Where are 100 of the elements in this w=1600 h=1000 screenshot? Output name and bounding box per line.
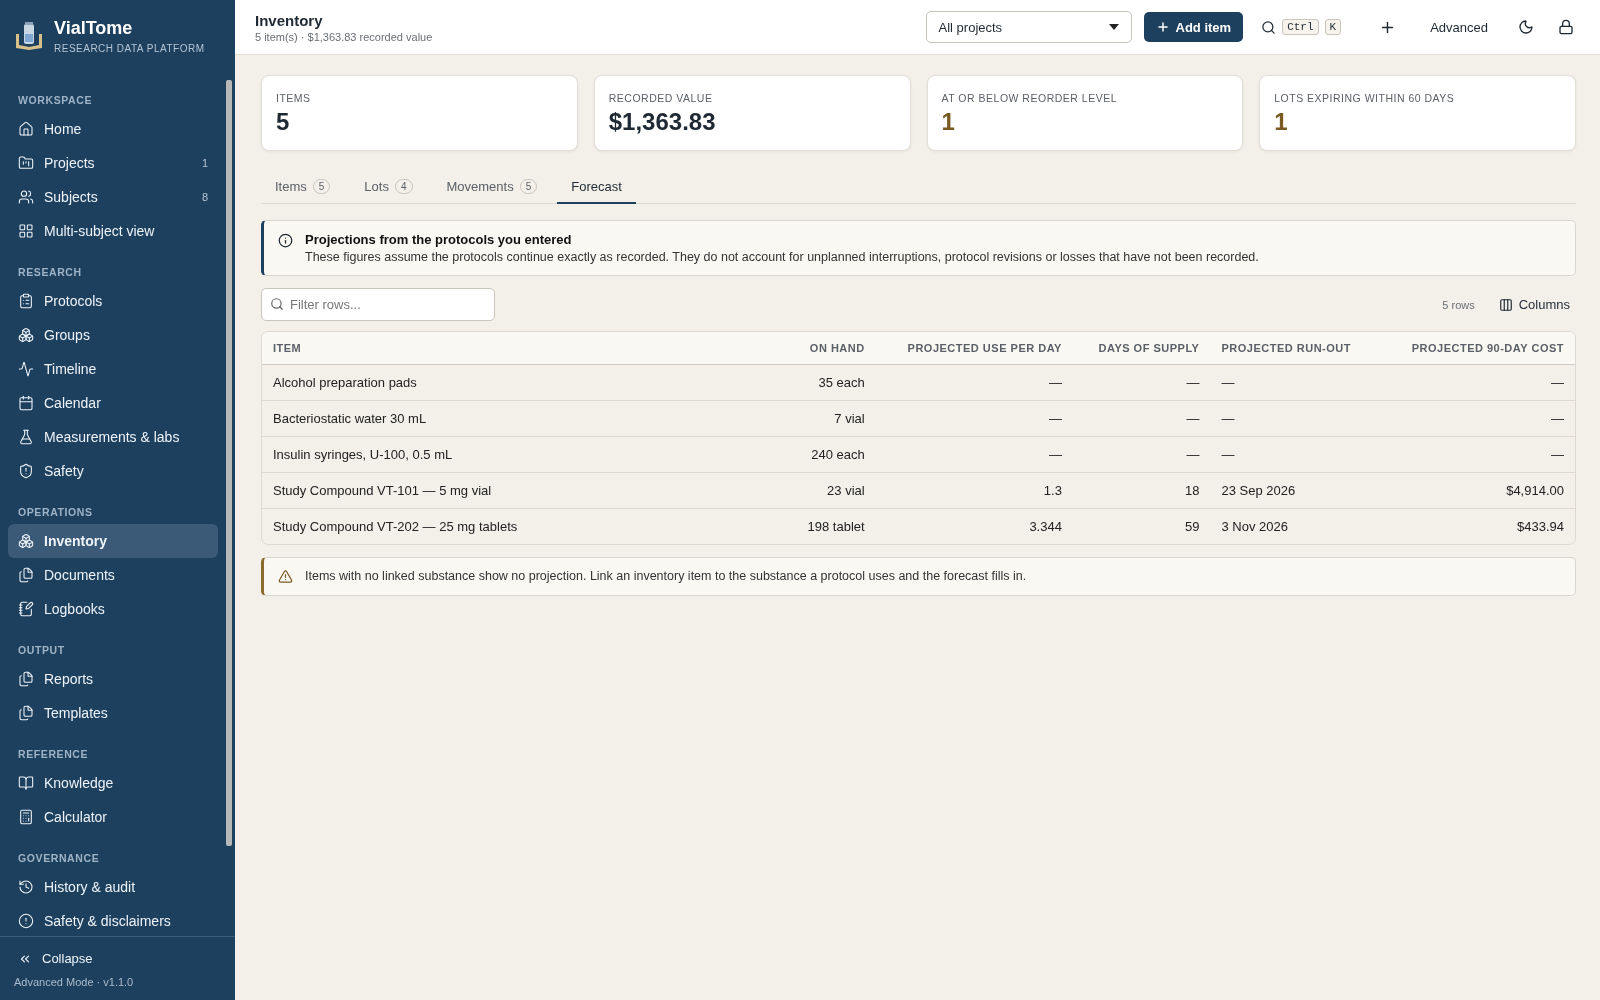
nav-section-title: REFERENCE	[17, 747, 90, 762]
table-cell: —	[875, 436, 1073, 472]
table-cell-text: —	[1550, 374, 1565, 392]
clipboard-icon	[18, 293, 34, 309]
column-header[interactable]: ITEM	[262, 332, 788, 365]
flask-icon	[18, 429, 34, 445]
nav-item-label: Safety	[44, 463, 85, 479]
info-icon	[278, 233, 293, 248]
table-cell: —	[1072, 400, 1211, 436]
nav-item-label: Templates	[44, 705, 109, 721]
nav-item-label: Timeline	[44, 361, 98, 377]
table-cell: —	[1072, 436, 1211, 472]
nav-item-label: Calculator	[44, 809, 109, 825]
column-header[interactable]: PROJECTED RUN-OUT	[1210, 332, 1380, 365]
nav-item-label: Calendar	[44, 395, 102, 411]
alert-icon	[18, 913, 34, 929]
nav-item[interactable]: History & audit	[8, 870, 218, 904]
table-cell-text: —	[1047, 374, 1063, 392]
columns-button[interactable]: Columns	[1492, 293, 1576, 316]
nav-item[interactable]: Groups	[8, 318, 218, 352]
brand-tagline: RESEARCH DATA PLATFORM	[54, 43, 205, 54]
home-icon	[18, 121, 34, 137]
page-subtitle: 5 item(s) · $1,363.83 recorded value	[255, 30, 434, 43]
tab[interactable]: Movements 5	[432, 171, 552, 204]
nav-item-label: History & audit	[44, 879, 137, 895]
table-cell-text: —	[1185, 374, 1201, 392]
brand-name: VialTome	[54, 18, 134, 39]
files-icon	[18, 705, 34, 721]
nav-item-label: Home	[44, 121, 83, 137]
nav-section-title: WORKSPACE	[17, 93, 94, 108]
tab[interactable]: Items 5	[261, 171, 345, 204]
nav-item[interactable]: Protocols	[8, 284, 218, 318]
tab[interactable]: Forecast	[557, 171, 636, 204]
warning-icon	[278, 569, 293, 584]
collapse-link[interactable]: Collapse	[14, 947, 221, 976]
project-select[interactable]: All projects	[925, 11, 1132, 43]
columns-icon	[1498, 297, 1513, 312]
advanced-button[interactable]: Advanced	[1424, 15, 1494, 39]
nav-item[interactable]: Templates	[8, 696, 218, 730]
table-cell-text: 35 each	[817, 374, 866, 392]
info-title: Projections from the protocols you entered	[305, 232, 573, 247]
table-cell: Study Compound VT-202 — 25 mg tablets	[262, 508, 788, 544]
info-text: These figures assume the protocols continue exactly as recorded. They do not account for unplanned interruptions, protocol revisions or losses that have not been recorded.	[305, 250, 1259, 264]
nav-item[interactable]: Calendar	[8, 386, 218, 420]
pulse-icon	[18, 361, 34, 377]
nav-item[interactable]: Home	[8, 112, 218, 146]
nav-item[interactable]: Knowledge	[8, 766, 218, 800]
nav-item[interactable]: Multi-subject view	[8, 214, 218, 248]
nav-item-label: Logbooks	[44, 601, 106, 617]
stat-value: 1	[1274, 108, 1289, 136]
nav-section-title: OPERATIONS	[17, 505, 94, 520]
table-cell: 59	[1072, 508, 1211, 544]
files-icon	[18, 671, 34, 687]
stat-label: RECORDED VALUE	[608, 92, 714, 104]
table-cell: $4,914.00	[1379, 472, 1575, 508]
add-item-button[interactable]: Add item	[1143, 12, 1244, 42]
column-header[interactable]: ON HAND	[787, 332, 876, 365]
nav-item[interactable]: Projects 1	[8, 146, 218, 180]
column-header[interactable]: PROJECTED USE PER DAY	[875, 332, 1073, 365]
column-header[interactable]: DAYS OF SUPPLY	[1072, 332, 1211, 365]
nav-item[interactable]: Documents	[8, 558, 218, 592]
plus-icon	[1155, 20, 1170, 34]
stat-label: ITEMS	[276, 92, 312, 104]
table-cell-text: Alcohol preparation pads	[272, 374, 418, 392]
calculator-icon	[18, 809, 34, 825]
nav-item-label: Protocols	[44, 293, 104, 309]
nav-item[interactable]: Timeline	[8, 352, 218, 386]
table-cell: Bacteriostatic water 30 mL	[262, 400, 788, 436]
nav-item[interactable]: Safety & disclaimers	[8, 904, 218, 936]
search-button[interactable]: Ctrl K	[1255, 15, 1348, 39]
nav-item[interactable]: Inventory	[8, 524, 218, 558]
nav-item-label: Documents	[44, 567, 116, 583]
nav-item[interactable]: Subjects 8	[8, 180, 218, 214]
column-header[interactable]: PROJECTED 90-DAY COST	[1379, 332, 1575, 365]
table-cell: 1.3	[875, 472, 1073, 508]
grid-icon	[18, 223, 34, 239]
table-cell: —	[1379, 436, 1575, 472]
nav-item[interactable]: Calculator	[8, 800, 218, 834]
book-icon	[18, 775, 34, 791]
tab[interactable]: Lots 4	[350, 171, 427, 204]
table-cell: 23 vial	[787, 472, 876, 508]
nav-section-title: RESEARCH	[17, 265, 83, 280]
table-cell: 3 Nov 2026	[1210, 508, 1380, 544]
table-cell: 23 Sep 2026	[1210, 472, 1380, 508]
nav-item-label: Groups	[44, 327, 91, 343]
version-label: Advanced Mode · v1.1.0	[14, 976, 135, 988]
nav-section-title: GOVERNANCE	[17, 851, 101, 866]
folder-icon	[18, 155, 34, 171]
lock-icon	[1558, 19, 1574, 35]
nav-item[interactable]: Safety	[8, 454, 218, 488]
table-cell: Insulin syringes, U-100, 0.5 mL	[262, 436, 788, 472]
nav-item[interactable]: Reports	[8, 662, 218, 696]
warning-text: Items with no linked substance show no projection. Link an inventory item to the substance a protocol uses and the forecast fills in.	[305, 569, 1027, 583]
table-cell: 7 vial	[787, 400, 876, 436]
shortcut-key: K	[1324, 19, 1342, 35]
nav-item[interactable]: Measurements & labs	[8, 420, 218, 454]
scrollbar-thumb[interactable]	[226, 80, 232, 846]
stat-label: LOTS EXPIRING WITHIN 60 DAYS	[1274, 92, 1456, 104]
nav-item[interactable]: Logbooks	[8, 592, 218, 626]
filter-field[interactable]: Filter rows...	[261, 288, 495, 321]
